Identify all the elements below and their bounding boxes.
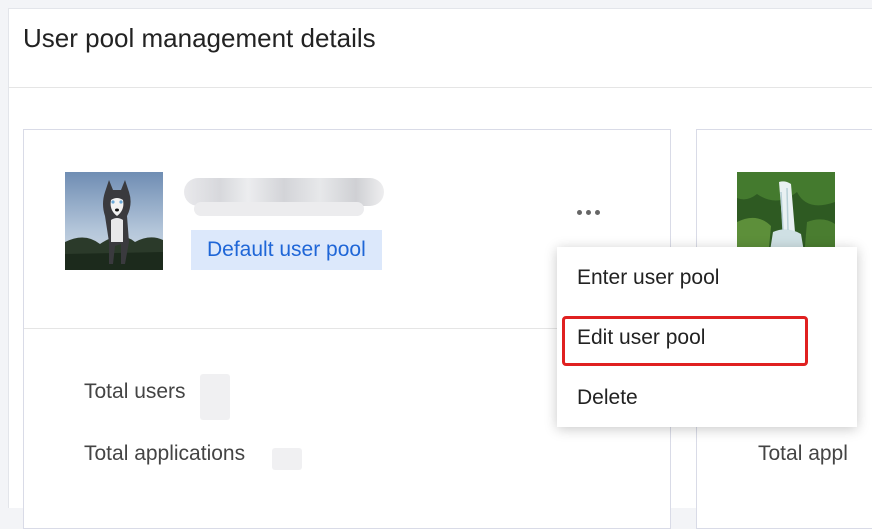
more-actions-button[interactable]	[568, 200, 608, 224]
total-users-value-redacted	[200, 374, 230, 420]
pool-name-redacted	[184, 178, 384, 216]
total-applications-label: Total appl	[758, 442, 848, 465]
husky-image	[65, 172, 163, 270]
total-applications-value-redacted	[272, 448, 302, 470]
title-divider	[9, 87, 872, 88]
edit-user-pool-highlight	[562, 316, 808, 366]
page-title: User pool management details	[23, 23, 376, 53]
more-horizontal-icon	[576, 209, 600, 215]
total-applications-label: Total applications	[84, 442, 246, 465]
default-pool-badge: Default user pool	[191, 230, 382, 270]
pool-avatar-husky	[65, 172, 163, 270]
menu-item-enter-user-pool[interactable]: Enter user pool	[557, 249, 857, 307]
menu-item-delete[interactable]: Delete	[557, 369, 857, 427]
total-users-label: Total users	[84, 380, 186, 403]
